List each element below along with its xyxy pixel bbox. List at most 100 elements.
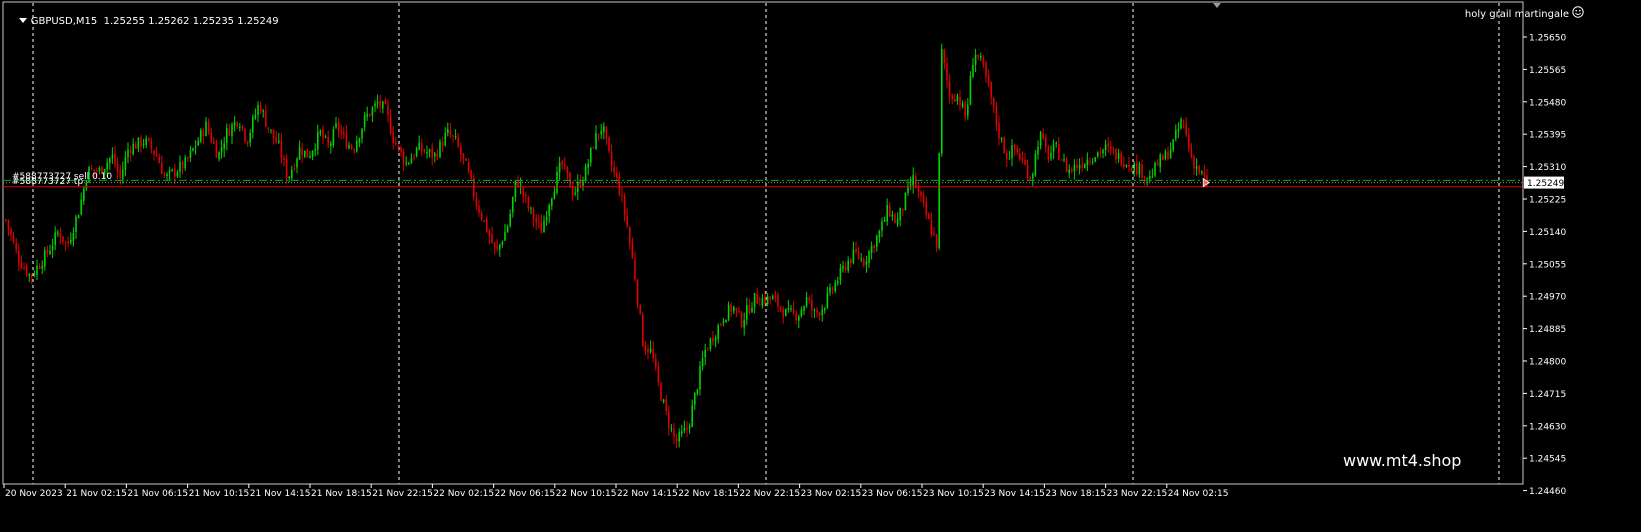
candle-body [400,147,402,152]
candle [161,155,163,175]
candle-body [587,163,589,168]
candle-body [766,296,769,304]
smiley-icon[interactable] [1572,6,1584,18]
candle-body [363,115,366,128]
candle [514,180,517,202]
price-label: 1.25310 [1529,163,1566,173]
candle [748,298,751,315]
candle-body [1008,158,1011,160]
candle-body [946,63,948,81]
candle-body [441,142,444,147]
candle [881,217,883,238]
time-label: 23 Nov 02:15 [801,489,862,499]
collapse-triangle-icon[interactable] [18,18,27,23]
order-tp-label: #588773727 tp [12,177,84,187]
candle-body [756,293,758,304]
candle-body [374,103,376,107]
candle [454,129,457,140]
price-label: 1.25055 [1529,260,1566,270]
price-label: 1.24545 [1529,455,1566,465]
candle-body [340,131,342,134]
candle [873,244,875,254]
time-label: 22 Nov 18:15 [678,489,739,499]
candle-body [961,103,964,107]
price-label: 1.25565 [1529,66,1566,76]
candle [226,123,228,151]
candle [985,60,987,84]
candle [5,218,7,223]
candle [574,186,576,197]
candle [252,114,254,139]
candle-body [462,153,465,158]
candle-body [725,319,727,323]
candle [717,323,719,344]
candle [980,52,982,62]
candle [421,138,423,157]
candle-body [517,180,519,187]
candle-body [1185,123,1187,135]
candle [1081,156,1083,173]
candle-body [920,191,922,197]
candle [525,191,527,203]
candle [772,294,774,300]
candle [517,175,519,188]
expert-advisor-name[interactable]: holy grail martingale [1465,9,1569,20]
candle-body [1169,149,1172,159]
candle [179,155,181,178]
scroll-marker-icon[interactable] [1213,3,1221,8]
candle-body [116,163,119,172]
candle-body [959,96,961,106]
candle [948,73,951,104]
candle [876,234,878,252]
price-label: 1.24970 [1529,293,1566,303]
candle [376,94,379,109]
candle-body [543,220,545,233]
candle-body [1037,146,1039,155]
candle-body [18,251,20,264]
candle-body [278,140,280,143]
candle-body [730,304,732,312]
candle [595,125,597,151]
price-chart[interactable]: 1.25650 1.25565 1.25480 1.25395 1.25310 1.252… [0,0,1641,528]
candle [389,109,392,135]
candle [1182,119,1185,129]
candle-body [1125,164,1128,167]
candle-body [740,312,743,327]
candle [972,57,974,78]
candle-body [894,214,896,224]
candle [1068,164,1070,179]
candle-body [1102,149,1104,154]
chart-window[interactable]: 1.25650 1.25565 1.25480 1.25395 1.25310 1.252… [0,0,1641,528]
candle-body [1006,152,1008,160]
candle-body [813,309,816,311]
candle [197,137,199,147]
candle [1133,161,1135,177]
candle-body [980,55,982,58]
candle-body [166,173,168,176]
candle-body [943,49,946,63]
candle [1052,139,1055,160]
candle-body [915,176,917,189]
candle [798,314,800,329]
candle [891,210,894,221]
candle [657,361,660,387]
candle-body [1164,151,1167,160]
candle [319,129,322,137]
candle [366,106,368,121]
candle [402,148,405,172]
candle [712,330,714,346]
candle [439,138,441,159]
candle [993,97,995,114]
candle-body [842,266,844,269]
candle [400,145,402,157]
candle-body [163,174,166,176]
candle-body [1011,145,1013,159]
candle-body [129,149,132,154]
candle-body [855,248,857,252]
candle-body [200,130,202,142]
candle-body [899,207,901,221]
candle [1073,159,1076,180]
candle [961,100,964,109]
candle [759,296,761,306]
candle-body [941,48,943,154]
